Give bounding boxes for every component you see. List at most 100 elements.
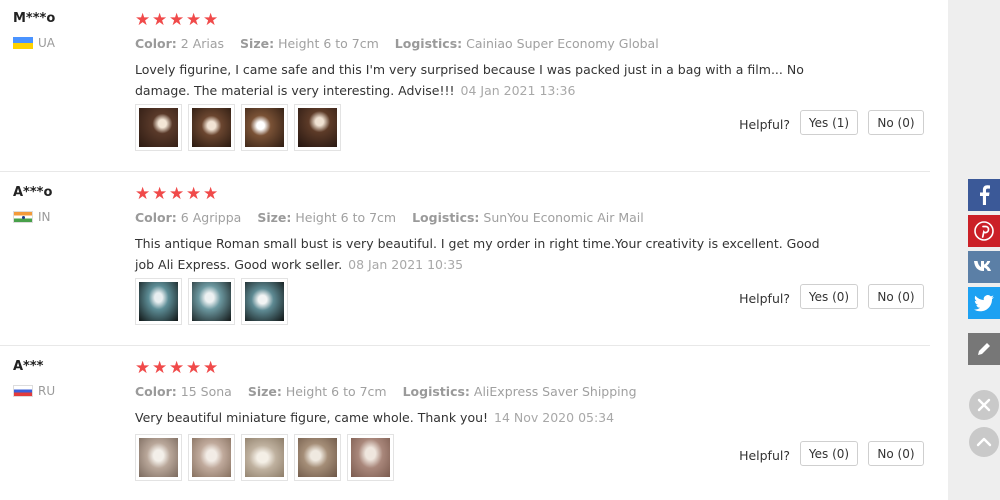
star-icon: ★ xyxy=(135,10,151,30)
size-value: Height 6 to 7cm xyxy=(285,384,387,399)
star-rating: ★ ★ ★ ★ ★ xyxy=(135,184,218,204)
star-rating: ★ ★ ★ ★ ★ xyxy=(135,10,218,30)
country-code: UA xyxy=(38,36,55,50)
ua-flag-icon xyxy=(13,37,33,49)
star-icon: ★ xyxy=(203,10,219,30)
review-photo[interactable] xyxy=(188,278,235,325)
helpful-yes-button[interactable]: Yes (1) xyxy=(800,110,858,135)
scroll-top-button[interactable] xyxy=(969,427,999,457)
review-body: Very beautiful miniature figure, came wh… xyxy=(135,410,489,425)
star-icon: ★ xyxy=(169,358,185,378)
review-divider xyxy=(0,345,930,346)
review-photo[interactable] xyxy=(294,104,341,151)
close-icon xyxy=(977,398,991,412)
vk-share-button[interactable] xyxy=(968,251,1000,283)
review-photo[interactable] xyxy=(294,434,341,481)
helpful-label: Helpful? xyxy=(739,291,790,306)
star-icon: ★ xyxy=(186,184,202,204)
facebook-icon xyxy=(980,185,990,205)
review-photo[interactable] xyxy=(188,434,235,481)
review-photo[interactable] xyxy=(241,104,288,151)
reviews-feed: M***o UA ★ ★ ★ ★ ★ Color: 2 Arias Size: Heig… xyxy=(0,0,948,500)
star-icon: ★ xyxy=(152,10,168,30)
star-icon: ★ xyxy=(203,184,219,204)
edit-button[interactable] xyxy=(968,333,1000,365)
logistics-label: Logistics: xyxy=(412,210,480,225)
logistics-value: AliExpress Saver Shipping xyxy=(473,384,637,399)
close-button[interactable] xyxy=(969,390,999,420)
pencil-icon xyxy=(978,343,990,355)
twitter-icon xyxy=(974,294,994,311)
pinterest-share-button[interactable] xyxy=(968,215,1000,247)
review-attributes: Color: 15 Sona Size: Height 6 to 7cm Log… xyxy=(135,384,637,399)
review-date: 04 Jan 2021 13:36 xyxy=(460,83,576,98)
reviewer-country: IN xyxy=(13,210,51,224)
facebook-share-button[interactable] xyxy=(968,179,1000,211)
size-value: Height 6 to 7cm xyxy=(295,210,397,225)
reviewer-country: RU xyxy=(13,384,55,398)
review-photos xyxy=(135,104,341,151)
helpful-no-button[interactable]: No (0) xyxy=(868,441,924,466)
review-item: A***o IN ★ ★ ★ ★ ★ Color: 6 Agrippa Size: He… xyxy=(0,174,930,344)
reviewer-country: UA xyxy=(13,36,55,50)
color-value: 15 Sona xyxy=(180,384,232,399)
review-attributes: Color: 2 Arias Size: Height 6 to 7cm Log… xyxy=(135,36,659,51)
star-icon: ★ xyxy=(169,184,185,204)
review-photo[interactable] xyxy=(135,434,182,481)
ru-flag-icon xyxy=(13,385,33,397)
review-body: This antique Roman small bust is very be… xyxy=(135,236,820,272)
reviewer-name: M***o xyxy=(13,11,56,26)
color-value: 2 Arias xyxy=(180,36,225,51)
star-icon: ★ xyxy=(135,184,151,204)
review-divider xyxy=(0,171,930,172)
right-gutter xyxy=(948,0,1000,500)
color-label: Color: xyxy=(135,36,177,51)
review-text: Lovely figurine, I came safe and this I'… xyxy=(135,59,835,101)
star-icon: ★ xyxy=(152,358,168,378)
review-photo[interactable] xyxy=(188,104,235,151)
star-icon: ★ xyxy=(186,358,202,378)
size-label: Size: xyxy=(240,36,275,51)
review-date: 14 Nov 2020 05:34 xyxy=(494,410,615,425)
review-photo[interactable] xyxy=(241,434,288,481)
size-label: Size: xyxy=(257,210,292,225)
size-label: Size: xyxy=(247,384,282,399)
logistics-label: Logistics: xyxy=(394,36,463,51)
review-item: M***o UA ★ ★ ★ ★ ★ Color: 2 Arias Size: Heig… xyxy=(0,0,930,170)
star-icon: ★ xyxy=(186,10,202,30)
logistics-label: Logistics: xyxy=(402,384,470,399)
helpful-label: Helpful? xyxy=(739,448,790,463)
reviewer-name: A*** xyxy=(13,359,44,374)
review-text: Very beautiful miniature figure, came wh… xyxy=(135,407,835,428)
review-date: 08 Jan 2021 10:35 xyxy=(348,257,464,272)
review-attributes: Color: 6 Agrippa Size: Height 6 to 7cm L… xyxy=(135,210,644,225)
helpful-label: Helpful? xyxy=(739,117,790,132)
vk-icon xyxy=(974,261,991,271)
helpful-no-button[interactable]: No (0) xyxy=(868,110,924,135)
star-icon: ★ xyxy=(135,358,151,378)
star-icon: ★ xyxy=(169,10,185,30)
in-flag-icon xyxy=(13,211,33,223)
review-photos xyxy=(135,434,394,481)
reviewer-name: A***o xyxy=(13,185,53,200)
helpful-yes-button[interactable]: Yes (0) xyxy=(800,284,858,309)
pinterest-icon xyxy=(974,221,994,241)
review-photo[interactable] xyxy=(135,104,182,151)
chevron-up-icon xyxy=(976,437,992,447)
review-photos xyxy=(135,278,288,325)
helpful-no-button[interactable]: No (0) xyxy=(868,284,924,309)
country-code: RU xyxy=(38,384,56,398)
helpful-yes-button[interactable]: Yes (0) xyxy=(800,441,858,466)
country-code: IN xyxy=(38,210,51,224)
review-item: A*** RU ★ ★ ★ ★ ★ Color: 15 Sona Size: Heigh… xyxy=(0,348,930,500)
review-text: This antique Roman small bust is very be… xyxy=(135,233,835,275)
star-rating: ★ ★ ★ ★ ★ xyxy=(135,358,218,378)
review-photo[interactable] xyxy=(135,278,182,325)
size-value: Height 6 to 7cm xyxy=(278,36,379,51)
review-photo[interactable] xyxy=(347,434,394,481)
color-value: 6 Agrippa xyxy=(180,210,242,225)
logistics-value: Cainiao Super Economy Global xyxy=(466,36,659,51)
review-photo[interactable] xyxy=(241,278,288,325)
twitter-share-button[interactable] xyxy=(968,287,1000,319)
logistics-value: SunYou Economic Air Mail xyxy=(483,210,644,225)
